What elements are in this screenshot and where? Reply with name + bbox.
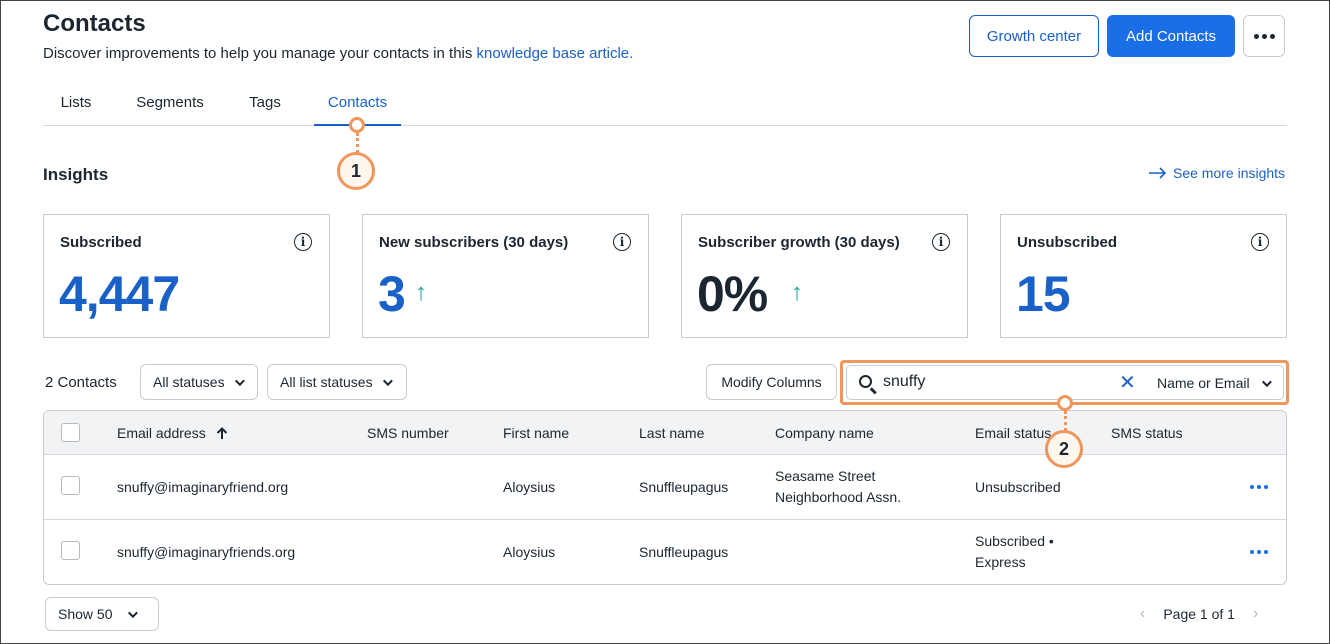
column-sms-number[interactable]: SMS number [367, 425, 449, 441]
chevron-down-icon [234, 375, 245, 386]
company-line: Seasame Street [775, 468, 876, 484]
table-row[interactable]: snuffy@imaginaryfriends.org Aloysius Snu… [44, 520, 1286, 584]
page-indicator: Page 1 of 1 [1163, 606, 1235, 622]
arrow-up-icon: ↑ [415, 279, 427, 306]
chevron-down-icon [128, 607, 139, 618]
chevron-down-icon [1261, 376, 1272, 387]
growth-center-button[interactable]: Growth center [969, 15, 1099, 57]
card-label: New subscribers (30 days) [379, 234, 569, 251]
see-more-label: See more insights [1173, 165, 1286, 181]
knowledge-base-link[interactable]: knowledge base article. [477, 45, 634, 62]
chevron-right-icon[interactable]: › [1253, 605, 1258, 623]
chevron-down-icon [382, 375, 393, 386]
cell-first-name: Aloysius [503, 544, 556, 560]
clear-icon[interactable]: ✕ [1119, 370, 1136, 395]
card-label: Subscriber growth (30 days) [698, 234, 900, 251]
column-email-address[interactable]: Email address [117, 425, 228, 441]
sort-ascending-icon [216, 426, 227, 439]
tab-lists[interactable]: Lists [43, 86, 109, 126]
insights-title: Insights [43, 165, 109, 184]
page-title: Contacts [43, 10, 146, 37]
card-label: Subscribed [60, 234, 142, 251]
info-icon[interactable]: i [613, 233, 631, 251]
card-value: 4,447 [59, 266, 180, 322]
chevron-left-icon[interactable]: ‹ [1140, 605, 1145, 623]
cell-company-name: Seasame Street Neighborhood Assn. [775, 466, 901, 508]
cell-email-status: Unsubscribed [975, 479, 1061, 495]
modify-columns-button[interactable]: Modify Columns [706, 364, 837, 400]
page-size-value: Show 50 [58, 606, 113, 622]
email-status-line: Express [975, 554, 1026, 570]
search-mode-select[interactable]: Name or Email [1157, 375, 1272, 391]
company-line: Neighborhood Assn. [775, 489, 902, 505]
column-sms-status[interactable]: SMS status [1111, 425, 1183, 441]
tab-segments[interactable]: Segments [125, 86, 215, 126]
column-company-name[interactable]: Company name [775, 425, 874, 441]
callout-connector-1 [356, 133, 359, 153]
tab-tags[interactable]: Tags [239, 86, 291, 126]
contacts-count: 2 Contacts [45, 374, 117, 391]
see-more-insights-link[interactable]: See more insights [1148, 165, 1285, 181]
cell-email[interactable]: snuffy@imaginaryfriends.org [117, 542, 295, 563]
page-description: Discover improvements to help you manage… [43, 45, 633, 62]
card-value: 15 [1016, 266, 1071, 322]
info-icon[interactable]: i [1251, 233, 1269, 251]
info-icon[interactable]: i [932, 233, 950, 251]
insight-card-subscribed: Subscribed i 4,447 [43, 214, 330, 338]
callout-badge-1: 1 [337, 152, 375, 190]
card-label: Unsubscribed [1017, 234, 1118, 251]
row-actions-icon[interactable] [1250, 485, 1268, 489]
list-status-filter-value: All list statuses [280, 374, 373, 390]
card-value: 3 [378, 266, 406, 322]
ellipsis-icon [1253, 33, 1275, 39]
callout-marker-2 [1057, 395, 1073, 411]
callout-badge-2: 2 [1045, 430, 1083, 468]
row-checkbox[interactable] [61, 476, 80, 495]
insight-card-unsubscribed: Unsubscribed i 15 [1000, 214, 1287, 338]
description-text: Discover improvements to help you manage… [43, 45, 477, 62]
column-label: Email address [117, 425, 206, 441]
cell-email[interactable]: snuffy@imaginaryfriend.org [117, 477, 288, 498]
info-icon[interactable]: i [294, 233, 312, 251]
list-status-filter-select[interactable]: All list statuses [267, 364, 407, 400]
cell-first-name: Aloysius [503, 479, 556, 495]
add-contacts-button[interactable]: Add Contacts [1107, 15, 1235, 57]
table-row[interactable]: snuffy@imaginaryfriend.org Aloysius Snuf… [44, 455, 1286, 520]
table-header: Email address SMS number First name Last… [44, 411, 1286, 455]
insight-card-new-subscribers: New subscribers (30 days) i 3 ↑ [362, 214, 649, 338]
arrow-up-icon: ↑ [791, 279, 803, 306]
search-input[interactable] [883, 373, 1113, 391]
pagination: ‹ Page 1 of 1 › [1140, 605, 1258, 623]
search-mode-value: Name or Email [1157, 375, 1250, 391]
row-checkbox[interactable] [61, 541, 80, 560]
arrow-right-icon [1149, 167, 1167, 179]
column-last-name[interactable]: Last name [639, 425, 704, 441]
status-filter-value: All statuses [153, 374, 225, 390]
select-all-checkbox[interactable] [61, 423, 80, 442]
email-status-line: Subscribed • [975, 533, 1054, 549]
callout-connector-2 [1064, 411, 1067, 431]
status-filter-select[interactable]: All statuses [140, 364, 258, 400]
cell-email-status: Subscribed • Express [975, 531, 1054, 573]
card-value: 0% [697, 266, 768, 322]
row-actions-icon[interactable] [1250, 550, 1268, 554]
callout-marker-1 [349, 117, 365, 133]
cell-last-name: Snuffleupagus [639, 479, 729, 495]
column-email-status[interactable]: Email status [975, 425, 1051, 441]
column-first-name[interactable]: First name [503, 425, 569, 441]
insight-card-subscriber-growth: Subscriber growth (30 days) i 0% ↑ [681, 214, 968, 338]
page-size-select[interactable]: Show 50 [45, 597, 159, 631]
cell-last-name: Snuffleupagus [639, 544, 729, 560]
more-actions-button[interactable] [1243, 15, 1285, 57]
tab-bar: Lists Segments Tags Contacts [43, 86, 1287, 126]
search-icon [859, 375, 872, 388]
contacts-table: Email address SMS number First name Last… [43, 410, 1287, 585]
